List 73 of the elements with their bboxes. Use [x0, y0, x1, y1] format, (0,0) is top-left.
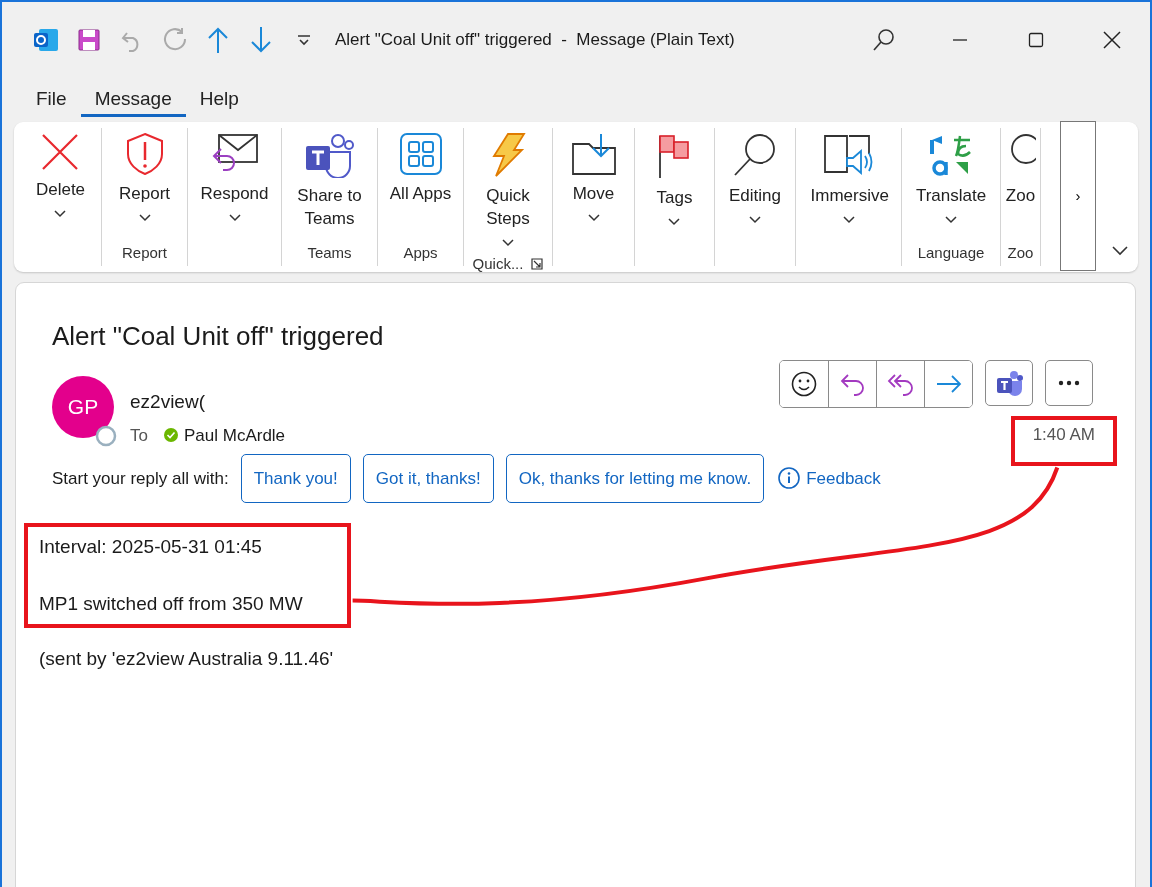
ribbon-button[interactable]: Respond	[198, 128, 271, 228]
caret-icon	[749, 215, 761, 224]
caret-icon	[502, 238, 514, 247]
down-arrow-icon[interactable]	[249, 26, 272, 54]
menu-tab[interactable]: Help	[185, 82, 253, 118]
recipient-name[interactable]: Paul McArdle	[183, 422, 286, 448]
caret-icon	[138, 213, 151, 222]
sender-name: ez2view(	[130, 390, 206, 414]
ribbon-button[interactable]: Move	[568, 128, 619, 228]
customize-icon[interactable]	[296, 34, 311, 46]
lightning-icon	[490, 132, 526, 178]
ribbon-button[interactable]: All Apps	[387, 128, 454, 205]
magnifier-icon	[732, 132, 778, 178]
window-title: Alert "Coal Unit off" triggered - Message (Plain Text)	[335, 29, 736, 52]
menu-tab[interactable]: File	[22, 82, 81, 118]
maximize-icon[interactable]	[1028, 32, 1044, 48]
ribbon-button[interactable]: Immersive	[808, 128, 889, 230]
ribbon-button[interactable]: Quick Steps	[468, 128, 548, 253]
body-text: MP1 switched off from 350 MW	[39, 592, 303, 616]
suggested-reply-button[interactable]: Thank you!	[240, 453, 351, 503]
ribbon-button[interactable]: Translate	[913, 128, 989, 230]
sent-time: 1:40 AM	[1010, 416, 1117, 466]
body-text: Interval: 2025-05-31 01:45	[39, 535, 263, 559]
caret-icon	[945, 215, 957, 224]
feedback-link[interactable]: Feedback	[776, 465, 881, 491]
ribbon-button[interactable]: Share to Teams	[289, 128, 370, 230]
ribbon-button[interactable]: Tags	[654, 128, 695, 232]
delete-icon	[40, 132, 81, 172]
ribbon-group-label: Quick...	[472, 254, 524, 274]
suggested-reply-button[interactable]: Ok, thanks for letting me know.	[505, 453, 765, 503]
info-icon	[778, 467, 801, 490]
reply-all-icon[interactable]	[886, 372, 915, 396]
to-label: To	[130, 424, 148, 447]
ribbon-group-label: Teams	[307, 242, 352, 263]
ribbon-button[interactable]: Delete	[33, 128, 88, 224]
ribbon-group-label: Zoo	[1007, 242, 1034, 263]
teams-icon[interactable]	[995, 370, 1023, 396]
collapse-ribbon-icon[interactable]	[1112, 245, 1128, 256]
message-subject: Alert "Coal Unit off" triggered	[52, 320, 385, 353]
ribbon-button[interactable]: Report	[117, 128, 172, 228]
ribbon-group-label: Report	[122, 242, 167, 263]
search-icon[interactable]	[872, 28, 896, 52]
body-text: (sent by 'ez2view Australia 9.11.46'	[38, 647, 335, 671]
ribbon-button[interactable]: Editing	[727, 128, 783, 230]
ribbon-button[interactable]: Zoo	[1003, 128, 1038, 207]
caret-icon	[228, 213, 241, 222]
reply-icon[interactable]	[839, 372, 866, 396]
dialog-launcher-icon[interactable]	[531, 258, 544, 271]
ribbon-overflow-button[interactable]: ›	[1060, 121, 1096, 271]
close-icon[interactable]	[1103, 31, 1121, 49]
grid-icon	[398, 132, 443, 176]
shield-icon	[124, 132, 165, 176]
up-arrow-icon[interactable]	[206, 26, 229, 54]
available-status-icon	[163, 428, 178, 443]
ribbon-group-label: Apps	[403, 242, 438, 263]
menu-tab[interactable]: Message	[80, 82, 186, 118]
presence-icon	[95, 425, 117, 448]
caret-icon	[54, 209, 67, 218]
teams-icon	[303, 132, 356, 178]
suggested-reply-button[interactable]: Got it, thanks!	[362, 453, 494, 503]
forward-icon[interactable]	[935, 374, 962, 394]
more-icon[interactable]	[1058, 380, 1080, 386]
ribbon-group-label: Language	[917, 242, 985, 263]
reply-prompt: Start your reply all with:	[52, 467, 229, 490]
caret-icon	[587, 213, 600, 222]
caret-icon	[668, 217, 681, 226]
folder-arrow-icon	[570, 132, 617, 176]
smiley-icon[interactable]	[791, 371, 817, 397]
book-speaker-icon	[822, 132, 875, 178]
save-icon[interactable]	[76, 28, 101, 52]
flag-icon	[657, 132, 692, 180]
caret-icon	[842, 215, 855, 224]
mail-app-icon	[32, 27, 59, 53]
